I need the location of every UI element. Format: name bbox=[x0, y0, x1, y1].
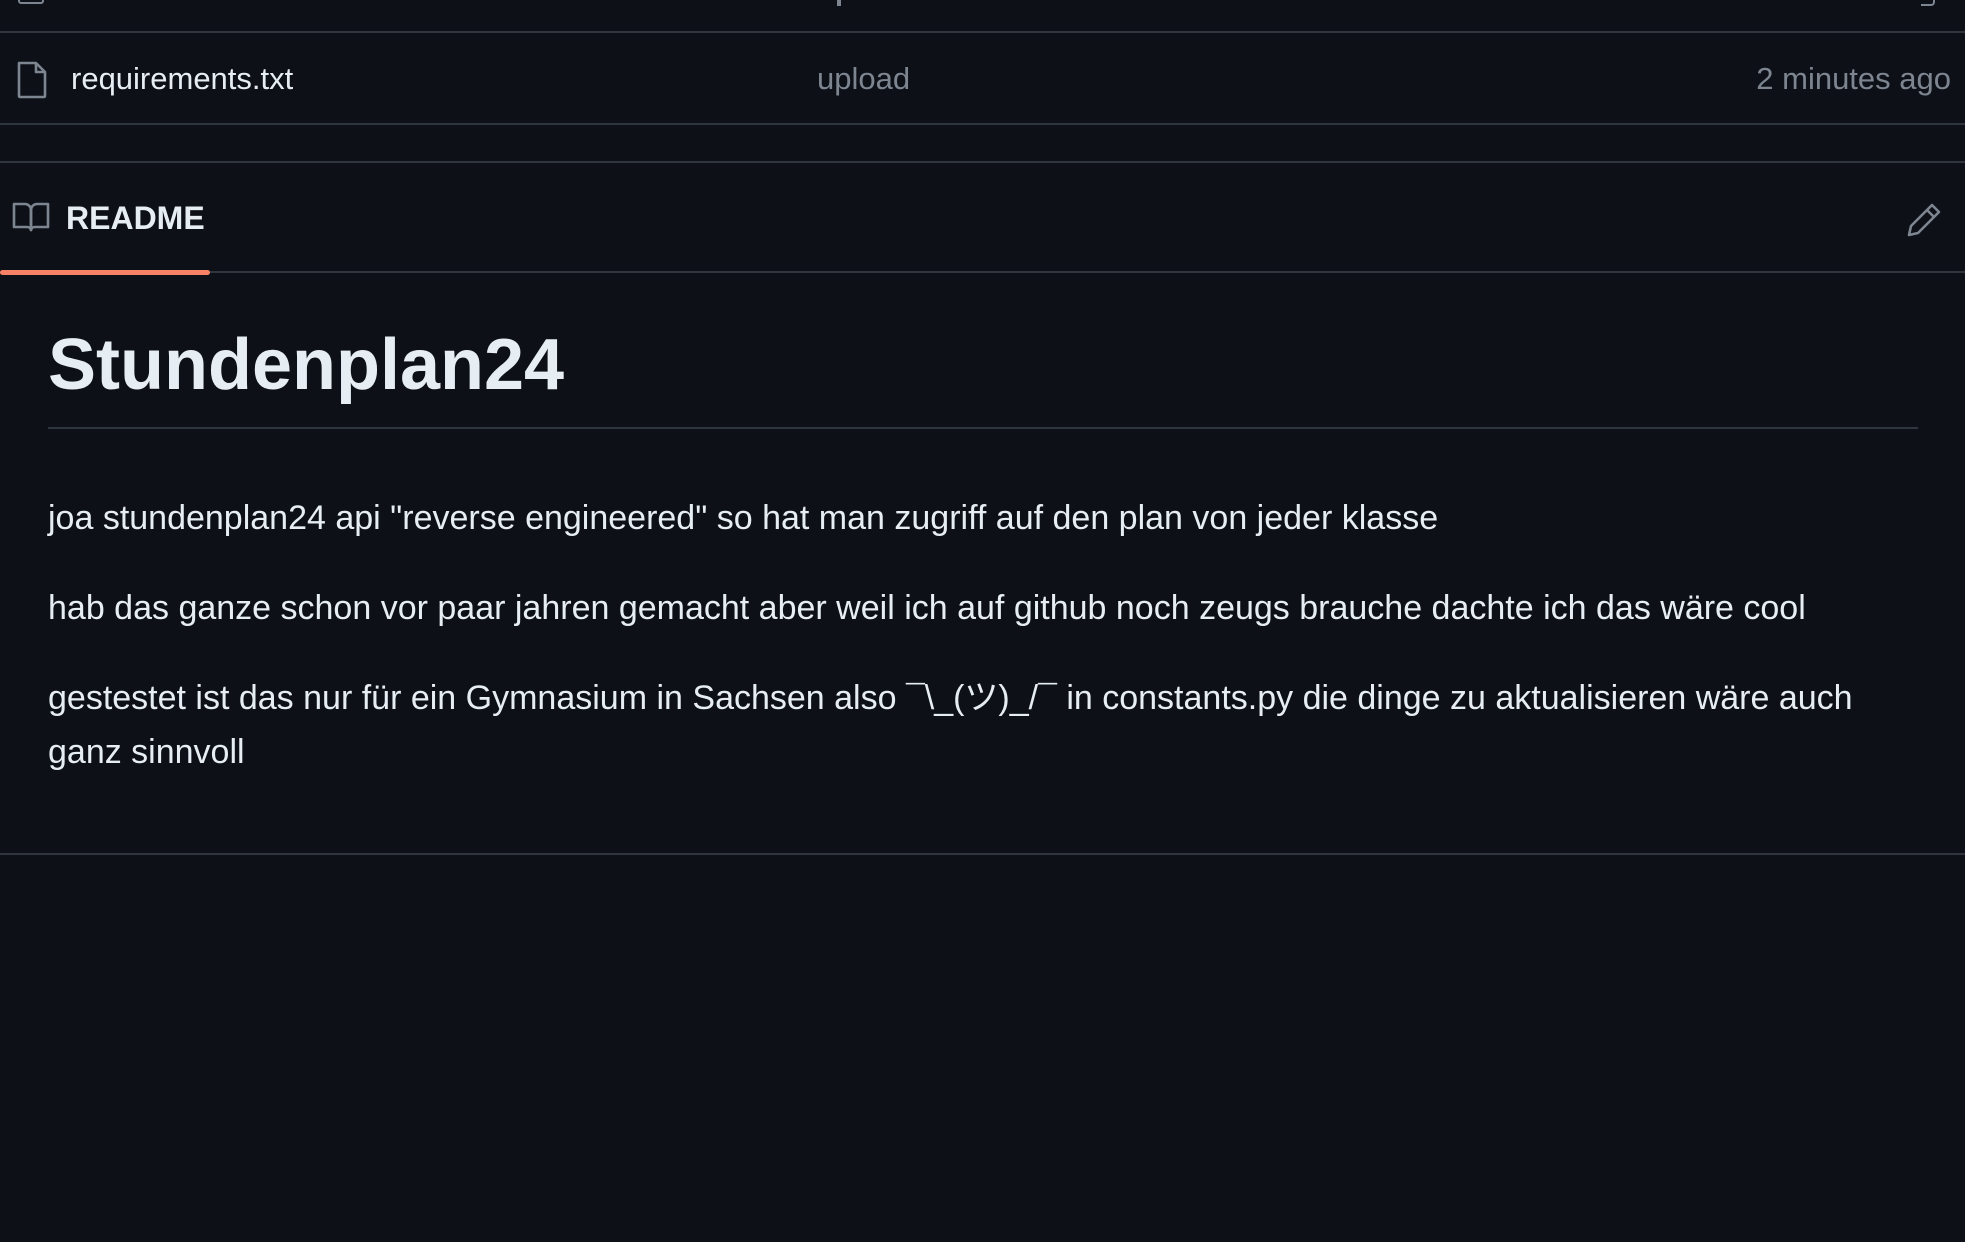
readme-panel: README Stundenplan24 joa stundenplan24 a… bbox=[0, 161, 1965, 855]
readme-tab-label: README bbox=[66, 200, 205, 236]
commit-time-partial bbox=[1921, 0, 1935, 6]
commit-time: 2 minutes ago bbox=[1756, 61, 1951, 96]
readme-paragraph: hab das ganze schon vor paar jahren gema… bbox=[48, 589, 1806, 627]
active-tab-indicator bbox=[0, 270, 210, 275]
tab-readme[interactable]: README bbox=[0, 163, 210, 275]
commit-message-partial bbox=[837, 0, 841, 6]
repository-page: requirements.txt upload 2 minutes ago RE… bbox=[0, 0, 1965, 1242]
book-icon bbox=[12, 202, 50, 232]
file-name-link[interactable]: requirements.txt bbox=[71, 59, 293, 99]
file-icon bbox=[17, 61, 47, 99]
folder-icon bbox=[18, 0, 44, 4]
readme-paragraph: gestestet ist das nur für ein Gymnasium … bbox=[48, 679, 1853, 771]
readme-title: Stundenplan24 bbox=[48, 319, 1918, 429]
readme-paragraph: joa stundenplan24 api "reverse engineere… bbox=[48, 499, 1439, 537]
file-row[interactable]: requirements.txt upload 2 minutes ago bbox=[0, 33, 1965, 125]
file-row-partial[interactable] bbox=[0, 0, 1965, 33]
pencil-icon[interactable] bbox=[1905, 201, 1943, 239]
readme-header: README bbox=[0, 163, 1965, 275]
commit-message-link[interactable]: upload bbox=[817, 59, 910, 99]
